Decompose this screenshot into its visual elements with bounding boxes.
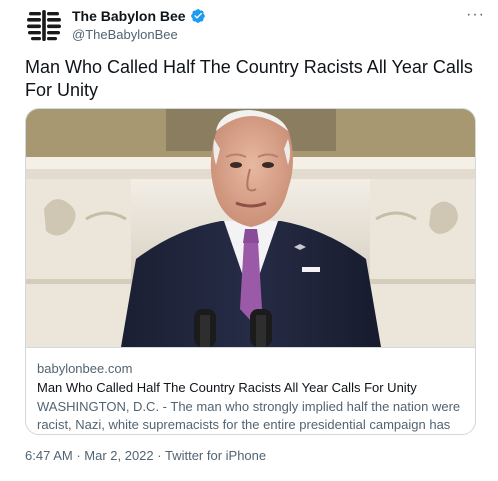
- tweet-meta: 6:47 AM · Mar 2, 2022 · Twitter for iPho…: [25, 448, 266, 463]
- card-description: WASHINGTON, D.C. - The man who strongly …: [37, 399, 461, 432]
- card-image[interactable]: [26, 109, 475, 347]
- babylon-bee-logo[interactable]: [25, 6, 63, 44]
- more-options-icon[interactable]: ···: [466, 6, 485, 24]
- verified-badge-icon: [190, 9, 205, 23]
- account-name[interactable]: The Babylon Bee: [72, 8, 186, 24]
- tweet-header: The Babylon Bee @TheBabylonBee ···: [25, 6, 485, 46]
- tweet-text: Man Who Called Half The Country Racists …: [25, 57, 473, 100]
- meta-separator: ·: [153, 448, 165, 463]
- tweet-time[interactable]: 6:47 AM: [25, 448, 73, 463]
- tweet-date[interactable]: Mar 2, 2022: [84, 448, 153, 463]
- card-domain: babylonbee.com: [37, 361, 133, 376]
- card-body[interactable]: babylonbee.com Man Who Called Half The C…: [26, 347, 475, 434]
- tweet-source: Twitter for iPhone: [164, 448, 267, 463]
- account-handle[interactable]: @TheBabylonBee: [72, 27, 178, 42]
- meta-separator: ·: [72, 448, 85, 463]
- link-card[interactable]: babylonbee.com Man Who Called Half The C…: [25, 108, 476, 435]
- card-title: Man Who Called Half The Country Racists …: [37, 380, 417, 395]
